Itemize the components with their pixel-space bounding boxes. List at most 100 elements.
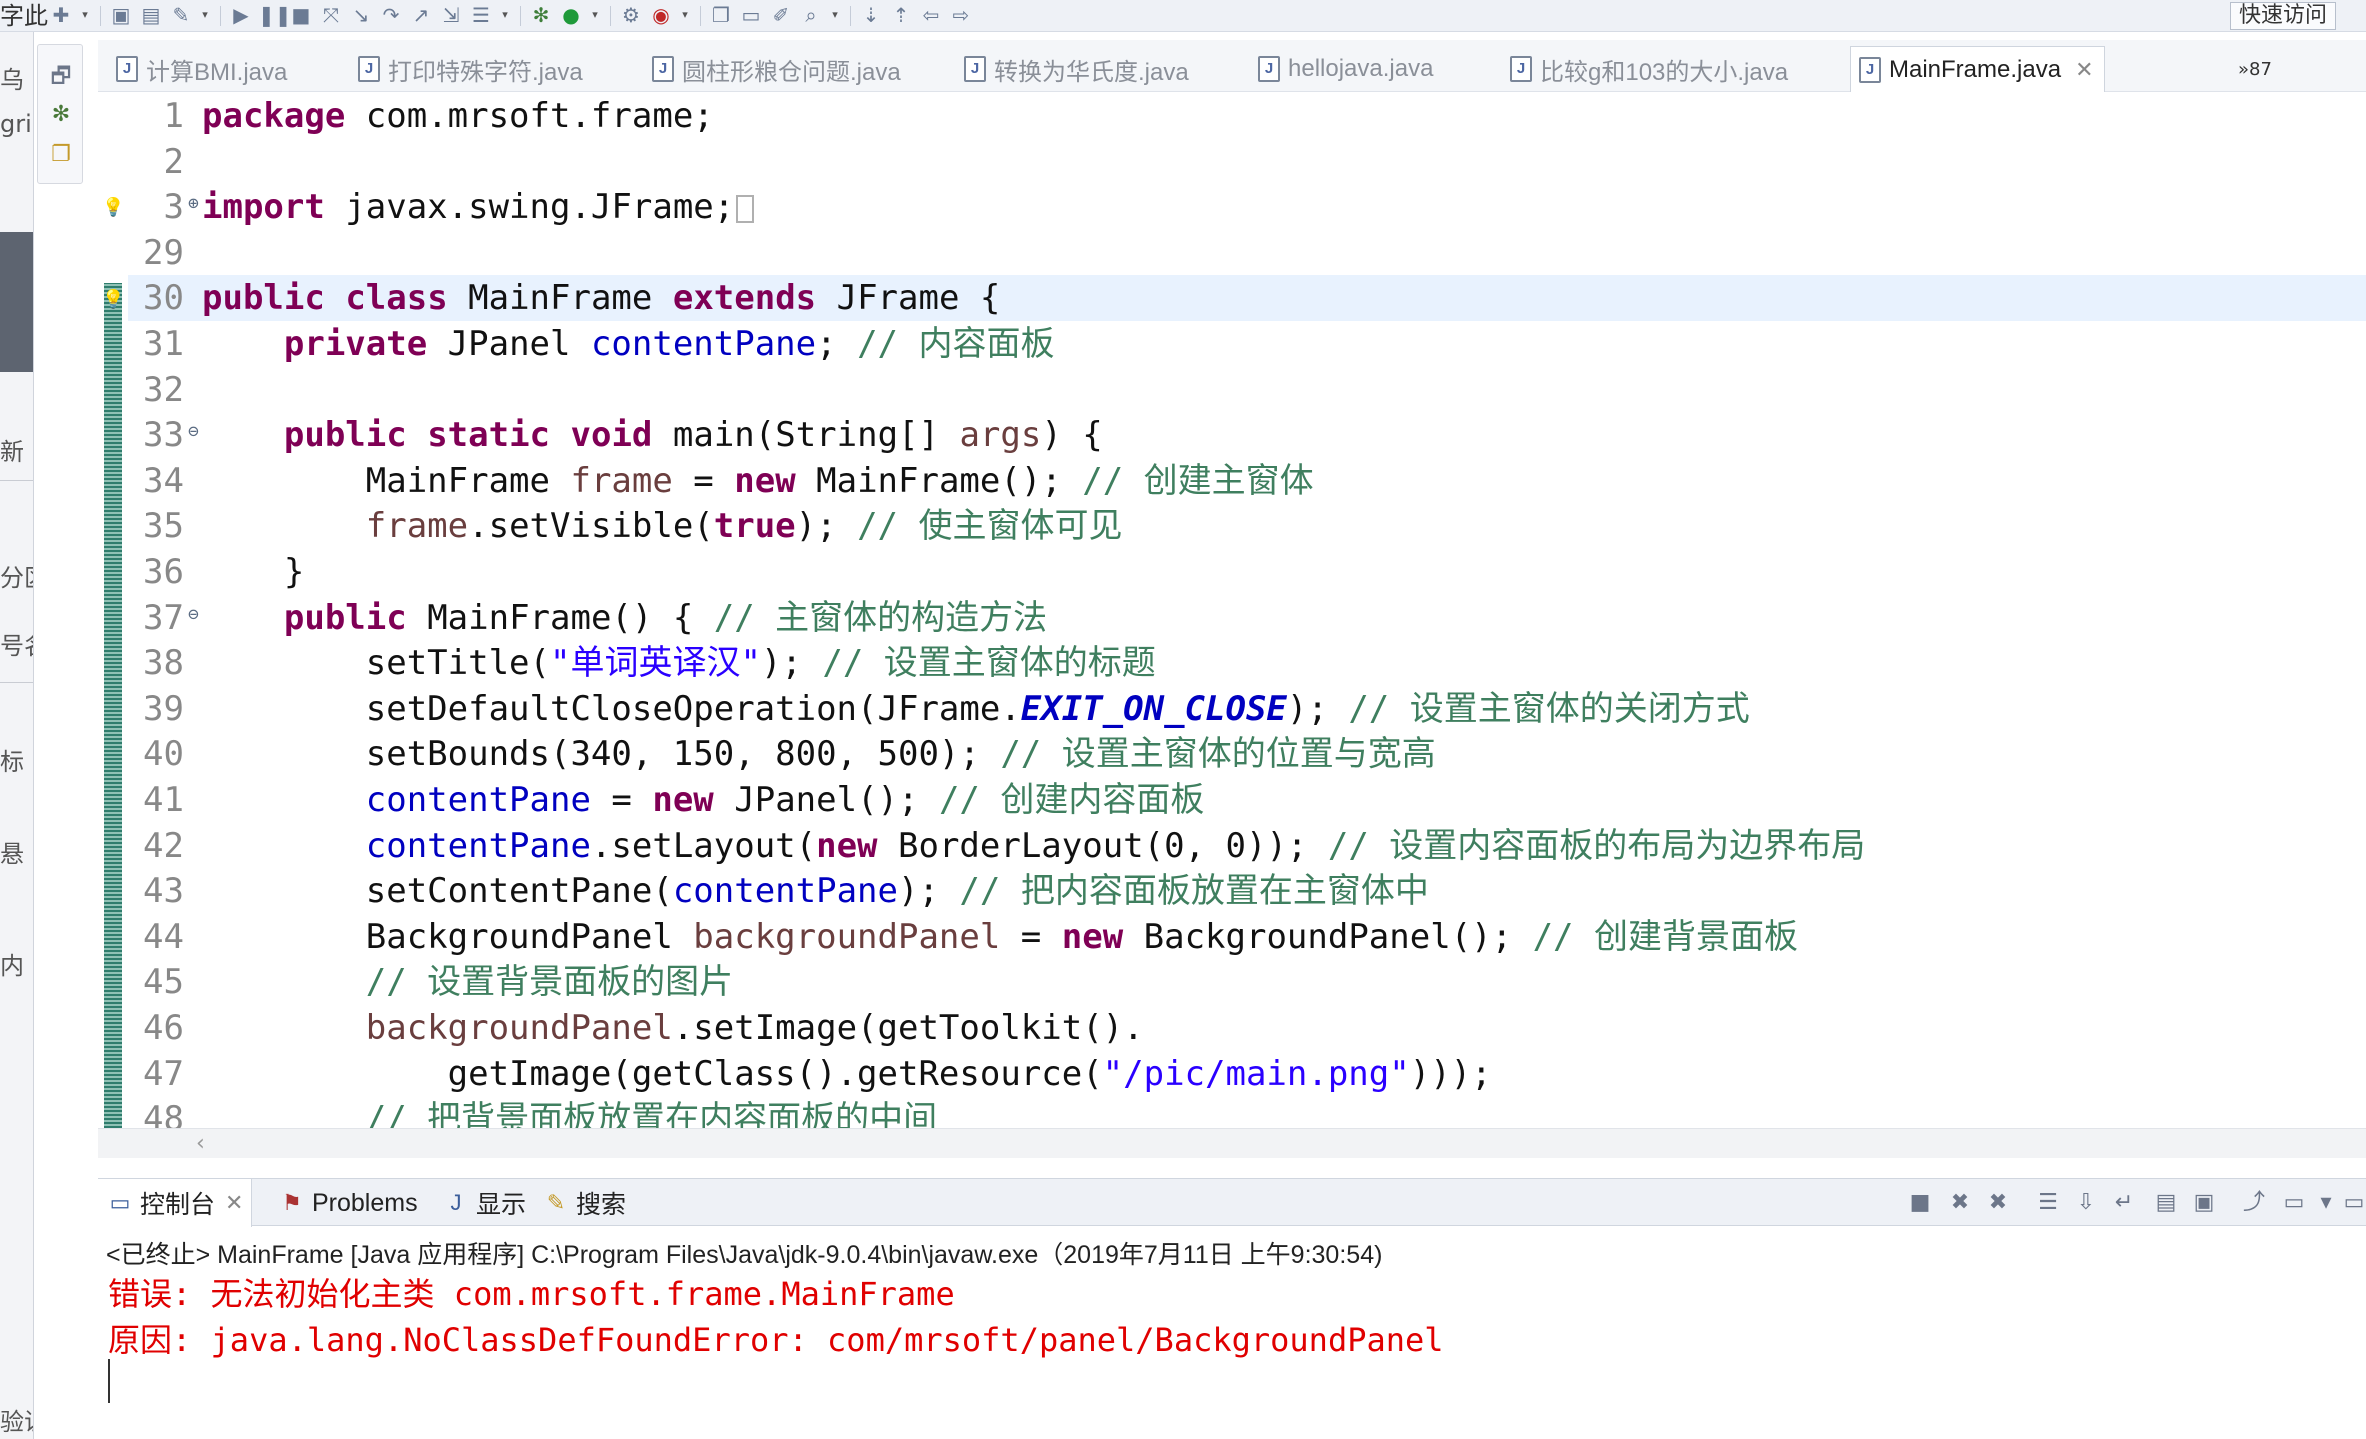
tab-console[interactable]: ▭ 控制台 ✕: [98, 1179, 253, 1227]
next-annotation-icon[interactable]: ⇣: [858, 3, 884, 27]
forward-icon[interactable]: ⇨: [948, 3, 974, 27]
code-line[interactable]: 34 MainFrame frame = new MainFrame(); //…: [128, 458, 2366, 504]
coverage-icon[interactable]: ◉: [648, 3, 674, 27]
tab-search[interactable]: ✎ 搜索: [542, 1179, 626, 1227]
package-explorer-icon[interactable]: ❐: [46, 141, 76, 169]
code-line[interactable]: 42 contentPane.setLayout(new BorderLayou…: [128, 823, 2366, 869]
step-into-icon[interactable]: ↘: [348, 3, 374, 27]
use-step-filters-icon[interactable]: ☰: [468, 3, 494, 27]
code-token: "/pic/main.png": [1102, 1053, 1410, 1094]
code-line[interactable]: 40 setBounds(340, 150, 800, 500); // 设置主…: [128, 731, 2366, 777]
save-icon[interactable]: ▣: [108, 3, 134, 27]
code-line[interactable]: 2: [128, 139, 2366, 185]
scroll-lock-icon[interactable]: ⇩: [2070, 1187, 2102, 1219]
disconnect-icon[interactable]: ⤧: [318, 3, 344, 27]
close-icon[interactable]: ✕: [225, 1190, 243, 1216]
code-editor[interactable]: 💡 💡 1 package com.mrsoft.frame; 2 3 ⊕import …: [98, 93, 2366, 1128]
resume-icon[interactable]: ▶: [228, 3, 254, 27]
code-line[interactable]: 31 private JPanel contentPane; // 内容面板: [128, 321, 2366, 367]
show-on-error-icon[interactable]: ▣: [2188, 1187, 2220, 1219]
tab-display[interactable]: J 显示: [442, 1179, 527, 1227]
code-line[interactable]: 46 backgroundPanel.setImage(getToolkit()…: [128, 1005, 2366, 1051]
new-java-project-icon[interactable]: ❐: [708, 3, 734, 27]
chevron-down-icon[interactable]: ▾: [588, 3, 602, 27]
code-line[interactable]: 35 frame.setVisible(true); // 使主窗体可见: [128, 503, 2366, 549]
editor-tab[interactable]: J 比较g和103的大小.java: [1502, 46, 1798, 92]
back-icon[interactable]: ⇦: [918, 3, 944, 27]
pin-icon[interactable]: ✎: [168, 3, 194, 27]
tab-overflow-button[interactable]: »87: [2238, 46, 2272, 92]
code-line[interactable]: 1 package com.mrsoft.frame;: [128, 93, 2366, 139]
code-line[interactable]: 38 setTitle("单词英译汉"); // 设置主窗体的标题: [128, 640, 2366, 686]
warning-marker-icon[interactable]: 💡: [102, 197, 124, 219]
chevron-down-icon[interactable]: ▾: [78, 3, 92, 27]
collapsed-region-box[interactable]: [736, 194, 755, 223]
fold-toggle-icon[interactable]: ⊖: [188, 412, 202, 452]
java-file-icon: J: [116, 56, 138, 82]
console-launch-header: <已终止> MainFrame [Java 应用程序] C:\Program F…: [106, 1241, 1383, 1269]
horizontal-scrollbar[interactable]: ‹: [98, 1128, 2366, 1158]
open-task-icon[interactable]: ✐: [768, 3, 794, 27]
restore-icon[interactable]: 🗗: [46, 63, 76, 91]
drop-frame-icon[interactable]: ⇲: [438, 3, 464, 27]
bug-icon[interactable]: ✻: [46, 101, 76, 129]
minimize-icon[interactable]: ▭: [2338, 1187, 2366, 1219]
save-all-icon[interactable]: ▤: [138, 3, 164, 27]
code-line[interactable]: 45 // 设置背景面板的图片: [128, 959, 2366, 1005]
code-line[interactable]: 29: [128, 230, 2366, 276]
clear-console-icon[interactable]: ☰: [2032, 1187, 2064, 1219]
suspend-icon[interactable]: ❚❚: [258, 3, 292, 27]
code-token: frame: [570, 460, 673, 501]
editor-tab[interactable]: J 转换为华氏度.java: [956, 46, 1199, 92]
code-line[interactable]: 3 ⊕import javax.swing.JFrame;: [128, 184, 2366, 230]
editor-tab[interactable]: J 圆柱形粮仓问题.java: [644, 46, 911, 92]
code-line[interactable]: 41 contentPane = new JPanel(); // 创建内容面板: [128, 777, 2366, 823]
code-line[interactable]: 47 getImage(getClass().getResource("/pic…: [128, 1051, 2366, 1097]
stop-icon[interactable]: ■: [288, 3, 314, 27]
code-line[interactable]: 39 setDefaultCloseOperation(JFrame.EXIT_…: [128, 686, 2366, 732]
code-line[interactable]: 44 BackgroundPanel backgroundPanel = new…: [128, 914, 2366, 960]
code-line[interactable]: 37 ⊖ public MainFrame() { // 主窗体的构造方法: [128, 595, 2366, 641]
code-text: BackgroundPanel backgroundPanel = new Ba…: [202, 914, 1798, 960]
tab-problems[interactable]: ⚑ Problems: [278, 1179, 417, 1227]
show-on-output-icon[interactable]: ▤: [2150, 1187, 2182, 1219]
chevron-left-icon[interactable]: ‹: [196, 1129, 205, 1159]
code-line[interactable]: 36 }: [128, 549, 2366, 595]
step-over-icon[interactable]: ↷: [378, 3, 404, 27]
code-line[interactable]: 32: [128, 367, 2366, 413]
chevron-down-icon[interactable]: ▾: [498, 3, 512, 27]
quick-access-field[interactable]: 快速访问: [2229, 2, 2336, 30]
chevron-down-icon[interactable]: ▾: [198, 3, 212, 27]
run-external-icon[interactable]: ⚙: [618, 3, 644, 27]
code-line[interactable]: 43 setContentPane(contentPane); // 把内容面板…: [128, 868, 2366, 914]
chevron-down-icon[interactable]: ▾: [828, 3, 842, 27]
fold-toggle-icon[interactable]: ⊕: [188, 184, 202, 224]
pin-console-icon[interactable]: ⤴: [2238, 1187, 2270, 1219]
remove-all-icon[interactable]: ✖: [1982, 1187, 2014, 1219]
search-icon[interactable]: ⌕: [798, 3, 824, 27]
terminate-icon[interactable]: ■: [1904, 1187, 1936, 1219]
code-text: contentPane = new JPanel(); // 创建内容面板: [202, 777, 1205, 823]
fold-toggle-icon[interactable]: ⊖: [188, 595, 202, 635]
chevron-down-icon[interactable]: ▾: [678, 3, 692, 27]
code-line[interactable]: 33 ⊖ public static void main(String[] arg…: [128, 412, 2366, 458]
new-icon[interactable]: ✚: [48, 3, 74, 27]
open-folder-icon[interactable]: ▭: [738, 3, 764, 27]
editor-tab-active[interactable]: J MainFrame.java ✕: [1850, 46, 2105, 92]
editor-tab[interactable]: J 打印特殊字符.java: [350, 46, 593, 92]
code-line[interactable]: 48 // 把背景面板放置在内容面板的中间: [128, 1096, 2366, 1128]
code-token: // 使主窗体可见: [857, 506, 1123, 547]
word-wrap-icon[interactable]: ↵: [2108, 1187, 2140, 1219]
debug-icon[interactable]: ✻: [528, 3, 554, 27]
code-line[interactable]: 30 public class MainFrame extends JFrame …: [128, 275, 2366, 322]
remove-launch-icon[interactable]: ✖: [1944, 1187, 1976, 1219]
warning-marker-icon[interactable]: 💡: [102, 289, 124, 311]
editor-tab[interactable]: J hellojava.java: [1250, 46, 1443, 92]
editor-tab[interactable]: J 计算BMI.java: [108, 46, 297, 92]
run-icon[interactable]: ●: [558, 3, 584, 27]
close-icon[interactable]: ✕: [2075, 57, 2093, 83]
display-console-icon[interactable]: ▭: [2278, 1187, 2310, 1219]
step-return-icon[interactable]: ↗: [408, 3, 434, 27]
prev-annotation-icon[interactable]: ⇡: [888, 3, 914, 27]
console-output[interactable]: <已终止> MainFrame [Java 应用程序] C:\Program F…: [98, 1227, 2366, 1439]
